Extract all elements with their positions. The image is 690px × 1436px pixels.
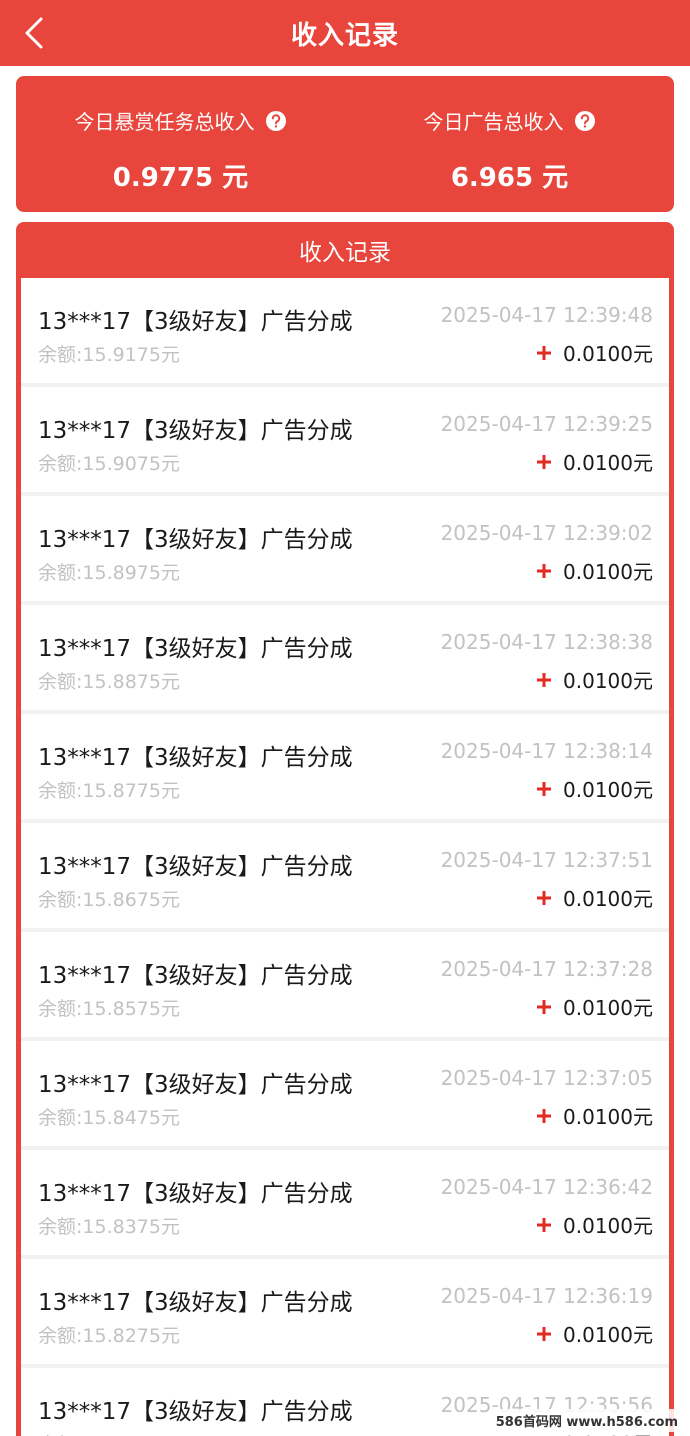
task-income-label: 今日悬赏任务总收入 — [74, 110, 255, 134]
list-item[interactable]: 13***17【3级好友】广告分成 2025-04-17 12:38:38 余额:1… — [21, 605, 669, 710]
record-amount-row: 0.0100元 — [537, 338, 653, 367]
list-item[interactable]: 13***17【3级好友】广告分成 2025-04-17 12:38:14 余额:1… — [21, 714, 669, 819]
record-description: 13***17【3级好友】广告分成 — [38, 418, 353, 444]
record-amount-row: 0.0100元 — [537, 447, 653, 476]
record-amount-row: 0.0100元 — [537, 883, 653, 912]
record-amount: 0.0100元 — [563, 451, 653, 475]
record-amount: 0.0100元 — [563, 887, 653, 911]
record-balance: 余额:15.8675元 — [38, 889, 180, 911]
record-balance: 余额:15.8775元 — [38, 780, 180, 802]
task-income-value: 0.9775 元 — [112, 163, 249, 193]
record-amount-row: 0.0100元 — [537, 556, 653, 585]
plus-icon — [537, 1217, 552, 1232]
record-amount: 0.0100元 — [563, 1214, 653, 1238]
watermark: 586首码网 www.h586.com — [491, 1409, 682, 1432]
plus-icon — [537, 999, 552, 1014]
income-records-panel: 收入记录 13***17【3级好友】广告分成 2025-04-17 12:39:4… — [16, 222, 674, 1436]
record-description: 13***17【3级好友】广告分成 — [38, 527, 353, 553]
chevron-left-icon — [25, 17, 43, 49]
record-timestamp: 2025-04-17 12:39:25 — [440, 412, 653, 436]
record-amount: 0.0100元 — [563, 342, 653, 366]
plus-icon — [537, 345, 552, 360]
record-amount-row: 0.0100元 — [537, 665, 653, 694]
record-balance: 余额:15.8875元 — [38, 671, 180, 693]
ad-income-value: 6.965 元 — [450, 163, 569, 193]
record-balance: 余额:15.8575元 — [38, 998, 180, 1020]
task-income-summary: 今日悬赏任务总收入 0.9775 元 — [16, 76, 345, 212]
list-item[interactable]: 13***17【3级好友】广告分成 2025-04-17 12:39:48 余额:1… — [21, 278, 669, 383]
record-amount: 0.0100元 — [563, 1105, 653, 1129]
record-amount-row: 0.0100元 — [537, 1319, 653, 1348]
record-description: 13***17【3级好友】广告分成 — [38, 854, 353, 880]
record-amount: 0.0100元 — [563, 560, 653, 584]
records-list[interactable]: 13***17【3级好友】广告分成 2025-04-17 12:39:48 余额:1… — [21, 278, 669, 1436]
record-amount-row: 0.0100元 — [537, 774, 653, 803]
records-section-title: 收入记录 — [299, 240, 391, 266]
record-timestamp: 2025-04-17 12:38:14 — [440, 739, 653, 763]
record-description: 13***17【3级好友】广告分成 — [38, 636, 353, 662]
plus-icon — [537, 781, 552, 796]
back-button[interactable] — [14, 13, 54, 53]
record-amount: 0.0100元 — [563, 669, 653, 693]
list-item[interactable]: 13***17【3级好友】广告分成 2025-04-17 12:36:19 余额:1… — [21, 1259, 669, 1364]
income-summary-card: 今日悬赏任务总收入 0.9775 元 今日广告总收入 6.965 元 — [16, 76, 674, 212]
plus-icon — [537, 1108, 552, 1123]
record-balance: 余额:15.8975元 — [38, 562, 180, 584]
list-item[interactable]: 13***17【3级好友】广告分成 2025-04-17 12:37:28 余额:1… — [21, 932, 669, 1037]
question-circle-icon[interactable] — [574, 110, 596, 132]
top-bar: 收入记录 — [0, 0, 690, 66]
record-timestamp: 2025-04-17 12:39:02 — [440, 521, 653, 545]
record-timestamp: 2025-04-17 12:37:28 — [440, 957, 653, 981]
record-timestamp: 2025-04-17 12:39:48 — [440, 303, 653, 327]
record-balance: 余额:15.8275元 — [38, 1325, 180, 1347]
record-description: 13***17【3级好友】广告分成 — [38, 1072, 353, 1098]
list-item[interactable]: 13***17【3级好友】广告分成 2025-04-17 12:37:51 余额:1… — [21, 823, 669, 928]
record-timestamp: 2025-04-17 12:37:51 — [440, 848, 653, 872]
record-balance: 余额:15.9075元 — [38, 453, 180, 475]
plus-icon — [537, 563, 552, 578]
list-item[interactable]: 13***17【3级好友】广告分成 2025-04-17 12:37:05 余额:1… — [21, 1041, 669, 1146]
record-description: 13***17【3级好友】广告分成 — [38, 1290, 353, 1316]
record-balance: 余额:15.8475元 — [38, 1107, 180, 1129]
plus-icon — [537, 672, 552, 687]
question-circle-icon[interactable] — [265, 110, 287, 132]
record-amount: 0.0100元 — [563, 996, 653, 1020]
record-amount-row: 0.0100元 — [537, 992, 653, 1021]
record-description: 13***17【3级好友】广告分成 — [38, 745, 353, 771]
record-timestamp: 2025-04-17 12:36:19 — [440, 1284, 653, 1308]
plus-icon — [537, 1326, 552, 1341]
record-balance: 余额:15.9175元 — [38, 344, 180, 366]
record-timestamp: 2025-04-17 12:38:38 — [440, 630, 653, 654]
ad-income-label: 今日广告总收入 — [423, 110, 564, 134]
record-timestamp: 2025-04-17 12:37:05 — [440, 1066, 653, 1090]
plus-icon — [537, 890, 552, 905]
record-amount-row: 0.0100元 — [537, 1101, 653, 1130]
record-description: 13***17【3级好友】广告分成 — [38, 963, 353, 989]
record-balance: 余额:15.8175元 — [38, 1430, 180, 1436]
record-description: 13***17【3级好友】广告分成 — [38, 309, 353, 335]
record-amount-row: 0.0100元 — [537, 1210, 653, 1239]
record-balance: 余额:15.8375元 — [38, 1216, 180, 1238]
ad-income-summary: 今日广告总收入 6.965 元 — [345, 76, 674, 212]
list-item[interactable]: 13***17【3级好友】广告分成 2025-04-17 12:39:25 余额:1… — [21, 387, 669, 492]
record-description: 13***17【3级好友】广告分成 — [38, 1181, 353, 1207]
page-title: 收入记录 — [290, 20, 399, 51]
list-item[interactable]: 13***17【3级好友】广告分成 2025-04-17 12:39:02 余额:1… — [21, 496, 669, 601]
record-timestamp: 2025-04-17 12:36:42 — [440, 1175, 653, 1199]
record-amount: 0.0100元 — [563, 778, 653, 802]
record-amount: 0.0100元 — [563, 1323, 653, 1347]
plus-icon — [537, 454, 552, 469]
record-description: 13***17【3级好友】广告分成 — [38, 1399, 353, 1425]
list-item[interactable]: 13***17【3级好友】广告分成 2025-04-17 12:36:42 余额:1… — [21, 1150, 669, 1255]
